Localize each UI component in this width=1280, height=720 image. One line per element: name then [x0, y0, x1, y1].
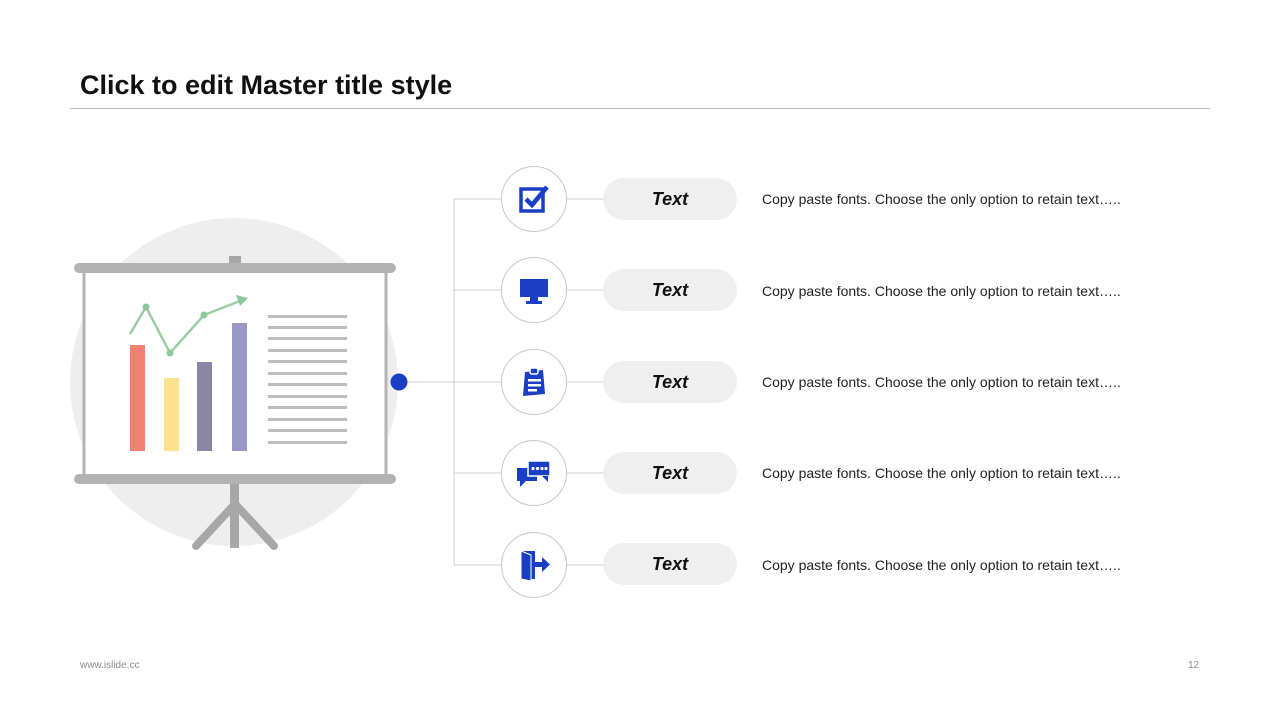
page-number: 12 — [1188, 660, 1200, 671]
connector-node — [390, 373, 408, 391]
icon-circle-2 — [501, 257, 567, 323]
item-description-5[interactable]: Copy paste fonts. Choose the only option… — [762, 557, 1121, 573]
icon-circle-1 — [501, 166, 567, 232]
monitor-icon — [520, 279, 548, 304]
icon-circle-5 — [501, 532, 567, 598]
item-label-2[interactable]: Text — [603, 269, 737, 311]
icon-circle-3 — [501, 349, 567, 415]
item-label-4[interactable]: Text — [603, 452, 737, 494]
item-label-1[interactable]: Text — [603, 178, 737, 220]
chat-icon — [517, 460, 551, 487]
item-label-5[interactable]: Text — [603, 543, 737, 585]
item-description-1[interactable]: Copy paste fonts. Choose the only option… — [762, 191, 1121, 207]
item-description-4[interactable]: Copy paste fonts. Choose the only option… — [762, 465, 1121, 481]
checkbox-icon — [519, 185, 549, 213]
clipboard-icon — [523, 367, 545, 396]
footer-url: www.islide.cc — [80, 660, 140, 671]
icon-circle-4 — [501, 440, 567, 506]
item-description-3[interactable]: Copy paste fonts. Choose the only option… — [762, 374, 1121, 390]
item-description-2[interactable]: Copy paste fonts. Choose the only option… — [762, 283, 1121, 299]
item-label-3[interactable]: Text — [603, 361, 737, 403]
exit-door-icon — [520, 550, 550, 582]
